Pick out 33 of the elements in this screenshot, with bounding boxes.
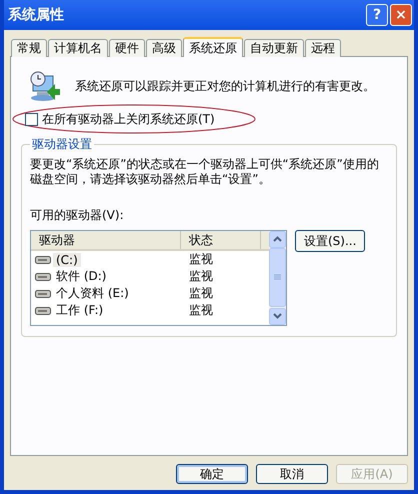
description-text: 要更改“系统还原”的状态或在一个驱动器上可供“系统还原”使用的磁盘空间，请选择该驱动器然后单击“设置”。	[30, 157, 380, 187]
intro-text: 系统还原可以跟踪并更正对您的计算机进行的有害更改。	[75, 78, 375, 94]
tab[interactable]: 自动更新	[244, 39, 304, 57]
drive-status: 监视	[188, 302, 213, 319]
tab[interactable]: 常规	[11, 39, 47, 57]
drive-icon	[35, 254, 51, 264]
tab[interactable]: 计算机名	[48, 39, 108, 57]
window-title: 系统属性	[8, 6, 65, 24]
vertical-scrollbar[interactable]	[269, 231, 286, 325]
tab[interactable]: 高级	[146, 39, 182, 57]
drive-status: 监视	[188, 268, 213, 285]
settings-button[interactable]: 设置(S)...	[295, 230, 366, 252]
column-header[interactable]: 驱动器	[31, 231, 181, 249]
tab[interactable]: 远程	[305, 39, 341, 57]
drive-icon	[35, 272, 51, 282]
tab[interactable]: 硬件	[109, 39, 145, 57]
tab[interactable]: 系统还原	[183, 37, 243, 57]
help-button[interactable]: ?	[366, 4, 388, 26]
drive-name[interactable]: (C:)	[53, 252, 81, 266]
drive-name[interactable]: 个人资料 (E:)	[53, 285, 132, 302]
list-label: 可用的驱动器(V):	[30, 207, 125, 224]
drive-name[interactable]: 工作 (F:)	[53, 302, 106, 319]
group-title: 驱动器设置	[31, 136, 93, 153]
checkbox[interactable]	[25, 113, 38, 126]
drive-status: 监视	[188, 251, 213, 268]
drive-status: 监视	[188, 285, 213, 302]
dialog-button[interactable]: 确定	[176, 464, 248, 484]
drive-icon	[35, 306, 51, 316]
drive-name[interactable]: 软件 (D:)	[53, 268, 110, 285]
dialog-button[interactable]: 取消	[256, 464, 328, 484]
drive-icon	[35, 288, 51, 298]
column-header[interactable]: 状态	[181, 231, 261, 249]
close-button[interactable]: ×	[390, 4, 412, 26]
